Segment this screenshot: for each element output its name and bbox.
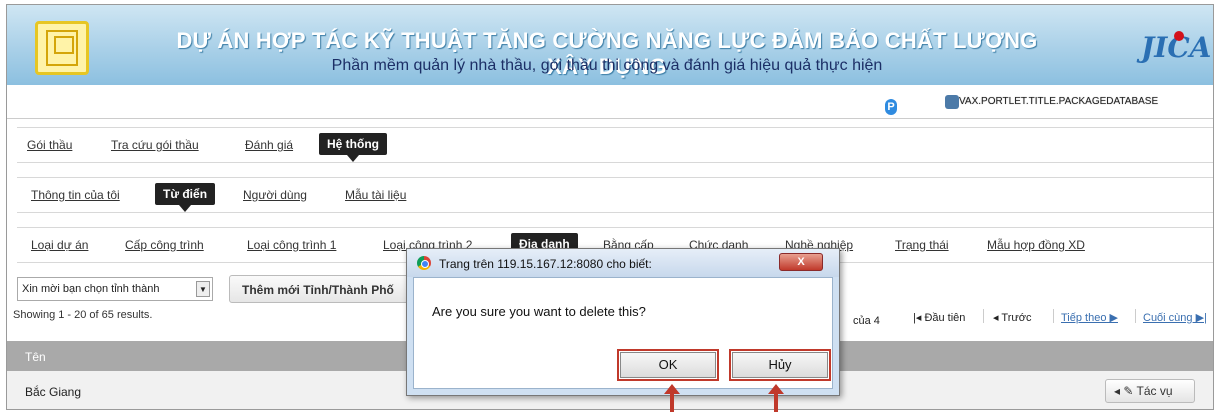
- province-select-value: Xin mời bạn chọn tỉnh thành: [22, 283, 160, 295]
- cancel-button[interactable]: Hủy: [729, 349, 831, 381]
- dialog-body: Are you sure you want to delete this? OK…: [413, 277, 833, 389]
- jica-logo-dot: [1174, 31, 1184, 41]
- chrome-icon: [417, 256, 431, 270]
- province-select[interactable]: Xin mời bạn chọn tỉnh thành ▼: [17, 277, 213, 301]
- dialog-message: Are you sure you want to delete this?: [432, 304, 646, 319]
- tab-goi-thau[interactable]: Gói thầu: [27, 138, 72, 152]
- first-page-icon: |◂: [913, 312, 925, 324]
- actions-label: Tác vụ: [1136, 384, 1173, 398]
- portlet-title: VAX.PORTLET.TITLE.PACKAGEDATABASE: [959, 96, 1159, 107]
- next-page-label: Tiếp theo: [1061, 312, 1107, 324]
- prev-page-button[interactable]: ◂ Trước: [993, 311, 1031, 324]
- next-page-button[interactable]: Tiếp theo ▶: [1061, 311, 1118, 324]
- main-nav: Gói thầu Tra cứu gói thầu Đánh giá Hệ th…: [17, 127, 1213, 163]
- tab-cap-cong-trinh[interactable]: Cấp công trình: [125, 238, 204, 252]
- tab-loai-du-an[interactable]: Loại dự án: [31, 238, 88, 252]
- tab-nguoi-dung[interactable]: Người dùng: [243, 188, 307, 202]
- portlet-icon: [945, 95, 959, 109]
- confirm-dialog: Trang trên 119.15.167.12:8080 cho biết: …: [406, 248, 840, 396]
- last-page-icon: ▶|: [1192, 312, 1207, 324]
- last-page-button[interactable]: Cuối cùng ▶|: [1143, 311, 1207, 324]
- dialog-title: Trang trên 119.15.167.12:8080 cho biết:: [439, 257, 652, 271]
- results-count: Showing 1 - 20 of 65 results.: [13, 309, 153, 321]
- prev-page-label: Trước: [1001, 312, 1032, 324]
- arrow-up-icon: [768, 384, 784, 412]
- tab-trang-thai[interactable]: Trạng thái: [895, 238, 949, 252]
- tab-mau-tai-lieu[interactable]: Mẫu tài liệu: [345, 188, 406, 202]
- close-button[interactable]: X: [779, 253, 823, 271]
- next-page-icon: ▶: [1106, 312, 1118, 324]
- chevron-down-icon[interactable]: ▼: [196, 281, 210, 297]
- portlet-toolbar: P VAX.PORTLET.TITLE.PACKAGEDATABASE: [7, 85, 1213, 119]
- actions-button[interactable]: ◂ ✎ Tác vụ: [1105, 379, 1195, 403]
- p-icon[interactable]: P: [885, 99, 897, 115]
- page-of-label: của 4: [853, 315, 880, 327]
- first-page-label: Đầu tiên: [924, 312, 966, 324]
- tab-tra-cuu-goi-thau[interactable]: Tra cứu gói thầu: [111, 138, 199, 152]
- system-subnav: Thông tin của tôi Từ điển Người dùng Mẫu…: [17, 177, 1213, 213]
- ok-button[interactable]: OK: [617, 349, 719, 381]
- tab-mau-hop-dong-xd[interactable]: Mẫu hợp đồng XD: [987, 238, 1085, 252]
- project-subtitle: Phần mềm quản lý nhà thầu, gói thầu thi …: [331, 57, 883, 74]
- column-name-header: Tên: [25, 350, 46, 364]
- ministry-logo: [35, 21, 89, 75]
- header-banner: DỰ ÁN HỢP TÁC KỸ THUẬT TĂNG CƯỜNG NĂNG L…: [7, 5, 1213, 85]
- tab-loai-cong-trinh-1[interactable]: Loại công trình 1: [247, 238, 336, 252]
- dialog-titlebar: Trang trên 119.15.167.12:8080 cho biết: …: [407, 249, 839, 277]
- wrench-icon: ◂ ✎: [1114, 384, 1137, 398]
- tab-tu-dien[interactable]: Từ điển: [155, 183, 216, 212]
- province-name: Bắc Giang: [25, 385, 82, 399]
- first-page-button[interactable]: |◂ Đầu tiên: [913, 311, 965, 324]
- arrow-up-icon: [664, 384, 680, 412]
- tab-he-thong[interactable]: Hệ thống: [319, 133, 387, 162]
- tab-thong-tin-cua-toi[interactable]: Thông tin của tôi: [31, 188, 120, 202]
- last-page-label: Cuối cùng: [1143, 312, 1193, 324]
- tab-danh-gia[interactable]: Đánh giá: [245, 138, 293, 152]
- add-province-button[interactable]: Thêm mới Tỉnh/Thành Phố: [229, 275, 425, 303]
